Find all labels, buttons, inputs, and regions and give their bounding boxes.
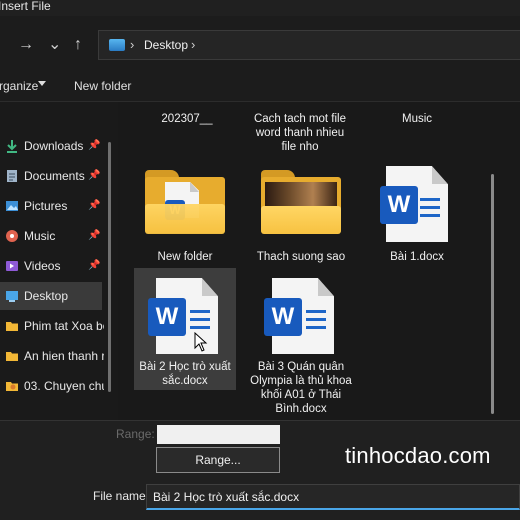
folder-icon: [6, 352, 18, 361]
folder-item-new-folder[interactable]: W New folder: [134, 162, 236, 268]
file-name: Bài 3 Quán quân Olympia là thủ khoa khối…: [250, 361, 352, 415]
desktop-icon: [6, 291, 18, 302]
file-item-bai-3[interactable]: W Bài 3 Quán quân Olympia là thủ khoa kh…: [250, 268, 352, 418]
sidebar-item-music[interactable]: Music 📌: [0, 222, 102, 250]
title-bar: Insert File: [0, 0, 520, 16]
word-icon: W: [264, 298, 302, 336]
dialog-footer: Range: Range... tinhocdao.com File name:…: [0, 420, 520, 520]
command-bar: rganize New folder: [0, 72, 520, 102]
pin-icon: 📌: [88, 260, 101, 271]
navigation-pane: Downloads 📌 Documents 📌 Pictures 📌 Music…: [0, 102, 118, 420]
sidebar-item-folder[interactable]: An hien thanh ri: [0, 342, 104, 370]
pin-icon: 📌: [88, 230, 101, 241]
range-button[interactable]: Range...: [156, 447, 280, 473]
sidebar-item-label: 03. Chuyen chu: [24, 379, 104, 393]
range-input[interactable]: [157, 425, 280, 444]
forward-arrow-icon[interactable]: →: [18, 36, 34, 54]
documents-icon: [7, 170, 17, 182]
sidebar-item-documents[interactable]: Documents 📌: [0, 162, 102, 190]
file-name: Music: [401, 113, 433, 125]
folder-icon: [6, 382, 18, 391]
file-item[interactable]: Cach tach mot file word thanh nhieu file…: [250, 112, 350, 154]
videos-icon: [6, 261, 18, 271]
breadcrumb-separator: ›: [130, 37, 135, 52]
breadcrumb-separator[interactable]: ›: [191, 37, 195, 52]
folder-item-thach-suong-sao[interactable]: Thach suong sao: [250, 162, 352, 268]
file-item-bai-1[interactable]: W Bài 1.docx: [366, 162, 468, 268]
file-name: Bài 2 Học trò xuất sắc.docx: [139, 361, 231, 387]
file-name: Thach suong sao: [256, 251, 346, 263]
sidebar-scrollbar[interactable]: [108, 142, 111, 392]
organize-button[interactable]: rganize: [0, 79, 38, 93]
file-name-label: File name:: [93, 489, 150, 503]
word-icon: W: [380, 186, 418, 224]
watermark: tinhocdao.com: [345, 443, 491, 468]
up-arrow-icon[interactable]: ↑: [74, 36, 82, 54]
sidebar-item-label: Phim tat Xoa bo: [24, 319, 104, 333]
file-name-input[interactable]: Bài 2 Học trò xuất sắc.docx: [146, 484, 520, 510]
mouse-cursor-icon: [194, 332, 208, 352]
file-item[interactable]: 202307__: [136, 112, 238, 126]
range-label: Range:: [116, 427, 155, 441]
sidebar-item-folder[interactable]: Phim tat Xoa bo: [0, 312, 104, 340]
music-icon: [6, 230, 18, 242]
pictures-icon: [6, 201, 18, 211]
address-bar[interactable]: › Desktop ›: [98, 30, 520, 60]
file-name: 202307__: [161, 113, 213, 125]
file-name: Cach tach mot file word thanh nhieu file…: [253, 113, 347, 153]
word-icon: W: [148, 298, 186, 336]
pin-icon: 📌: [88, 140, 101, 151]
window-title: Insert File: [0, 0, 51, 13]
sidebar-item-folder[interactable]: 03. Chuyen chu: [0, 372, 104, 400]
navigation-bar: → ⌄ ↑ › Desktop ›: [0, 16, 520, 72]
file-name: Bài 1.docx: [390, 251, 444, 263]
sidebar-item-videos[interactable]: Videos 📌: [0, 252, 102, 280]
pin-icon: 📌: [88, 200, 101, 211]
folder-icon: [6, 322, 18, 331]
recent-locations-icon[interactable]: ⌄: [48, 34, 61, 54]
sidebar-item-desktop[interactable]: Desktop: [0, 282, 102, 310]
pin-icon: 📌: [88, 170, 101, 181]
sidebar-item-downloads[interactable]: Downloads 📌: [0, 132, 102, 160]
sidebar-item-label: An hien thanh ri: [24, 349, 104, 363]
file-list: 202307__ Cach tach mot file word thanh n…: [118, 102, 520, 420]
desktop-location-icon: [109, 39, 125, 51]
download-icon: [7, 140, 17, 153]
file-list-scrollbar[interactable]: [491, 174, 494, 414]
file-name: New folder: [157, 251, 213, 263]
file-item[interactable]: Music: [366, 112, 468, 126]
new-folder-button[interactable]: New folder: [74, 79, 131, 93]
chevron-down-icon[interactable]: [38, 81, 46, 86]
breadcrumb-desktop[interactable]: Desktop: [144, 38, 188, 52]
sidebar-item-pictures[interactable]: Pictures 📌: [0, 192, 102, 220]
folder-icon: W: [145, 170, 225, 234]
file-item-bai-2[interactable]: W Bài 2 Học trò xuất sắc.docx: [134, 268, 236, 390]
folder-icon: [261, 170, 341, 234]
sidebar-item-label: Desktop: [24, 289, 69, 303]
